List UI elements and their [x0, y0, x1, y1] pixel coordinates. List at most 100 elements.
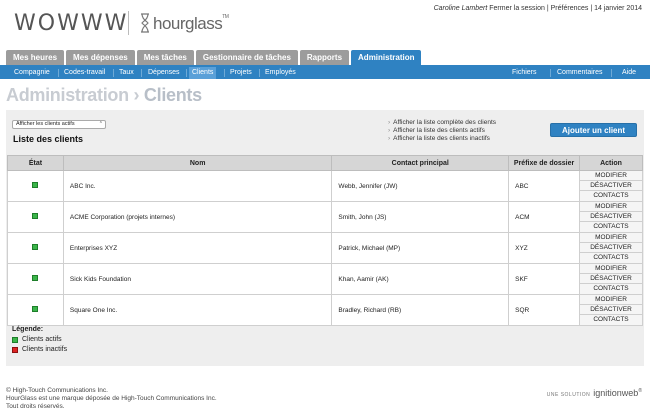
- userbar-separator: |: [546, 5, 549, 12]
- add-client-button[interactable]: Ajouter un client: [550, 123, 637, 137]
- inactive-status-icon: [12, 347, 18, 353]
- actions-cell: MODIFIER DÉSACTIVER CONTACTS: [579, 232, 643, 264]
- contacts-button[interactable]: CONTACTS: [580, 315, 642, 325]
- status-cell: [7, 263, 64, 295]
- deactivate-button[interactable]: DÉSACTIVER: [580, 243, 642, 253]
- status-cell: [7, 232, 64, 264]
- client-contact: Khan, Aamir (AK): [331, 263, 510, 295]
- subnav-clients[interactable]: Clients: [189, 67, 217, 79]
- active-status-icon: [32, 244, 39, 250]
- header-nom: Nom: [62, 155, 333, 171]
- subnav-separator: [58, 69, 59, 77]
- modify-button[interactable]: MODIFIER: [580, 202, 642, 212]
- hourglass-logo-text: hourglass: [153, 14, 223, 33]
- actions-cell: MODIFIER DÉSACTIVER CONTACTS: [579, 263, 643, 295]
- hourglass-logo-tm: TM: [222, 14, 229, 20]
- list-filter-links: Afficher la liste complète des clients A…: [388, 119, 496, 143]
- subnav-aide[interactable]: Aide: [622, 67, 636, 79]
- subnav-fichiers[interactable]: Fichiers: [512, 67, 537, 79]
- subnav-projets[interactable]: Projets: [230, 67, 252, 79]
- main-tabs: Mes heures Mes dépenses Mes tâches Gesti…: [6, 50, 422, 65]
- table-row: ACME Corporation (projets internes) Smit…: [7, 201, 643, 233]
- tab-mes-taches[interactable]: Mes tâches: [136, 50, 194, 65]
- deactivate-button[interactable]: DÉSACTIVER: [580, 181, 642, 191]
- hourglass-logo-icon: [141, 13, 149, 33]
- link-all-clients[interactable]: Afficher la liste complète des clients: [388, 119, 496, 127]
- footer-rights: Tout droits réservés.: [6, 403, 65, 410]
- subnav-employes[interactable]: Employés: [265, 67, 296, 79]
- modify-button[interactable]: MODIFIER: [580, 233, 642, 243]
- contacts-button[interactable]: CONTACTS: [580, 191, 642, 201]
- modify-button[interactable]: MODIFIER: [580, 171, 642, 181]
- preferences-link[interactable]: Préférences: [551, 5, 589, 12]
- subnav-separator: [611, 69, 612, 77]
- footer: © High-Touch Communications Inc. HourGla…: [6, 387, 217, 411]
- subnav-compagnie[interactable]: Compagnie: [14, 67, 50, 79]
- contacts-button[interactable]: CONTACTS: [580, 253, 642, 263]
- table-row: Square One Inc. Bradley, Richard (RB) SQ…: [7, 294, 643, 326]
- actions-cell: MODIFIER DÉSACTIVER CONTACTS: [579, 294, 643, 326]
- active-status-icon: [32, 306, 39, 312]
- current-date: 14 janvier 2014: [594, 5, 642, 12]
- brand-name: ignitionweb: [593, 388, 639, 398]
- tab-administration[interactable]: Administration: [351, 50, 422, 65]
- subnav-codes-travail[interactable]: Codes-travail: [64, 67, 105, 79]
- logout-link[interactable]: Fermer la session: [489, 5, 545, 12]
- modify-button[interactable]: MODIFIER: [580, 264, 642, 274]
- footer-copyright: © High-Touch Communications Inc.: [6, 387, 108, 394]
- deactivate-button[interactable]: DÉSACTIVER: [580, 274, 642, 284]
- subnav-separator: [550, 69, 551, 77]
- subnav-commentaires[interactable]: Commentaires: [557, 67, 603, 79]
- user-bar: Caroline Lambert Fermer la session | Pré…: [434, 5, 642, 12]
- page-title: Administration › Clients: [6, 85, 202, 106]
- status-cell: [7, 201, 64, 233]
- client-filter-select[interactable]: Afficher les clients actifs ⌃: [12, 120, 106, 129]
- subnav-separator: [259, 69, 260, 77]
- active-status-icon: [32, 182, 39, 188]
- legend-active: Clients actifs: [12, 335, 67, 345]
- client-prefix: SKF: [508, 263, 581, 295]
- client-contact: Webb, Jennifer (JW): [331, 170, 510, 202]
- client-filter-value: Afficher les clients actifs: [16, 121, 75, 127]
- logo-divider: [128, 11, 129, 35]
- link-active-clients[interactable]: Afficher la liste des clients actifs: [388, 127, 496, 135]
- subnav-separator: [141, 69, 142, 77]
- deactivate-button[interactable]: DÉSACTIVER: [580, 212, 642, 222]
- legend-active-label: Clients actifs: [22, 336, 62, 343]
- tab-gestionnaire-de-taches[interactable]: Gestionnaire de tâches: [195, 50, 298, 65]
- subnav-separator: [224, 69, 225, 77]
- legend-inactive: Clients inactifs: [12, 345, 67, 355]
- tab-rapports[interactable]: Rapports: [299, 50, 350, 65]
- header-etat: État: [7, 155, 64, 171]
- client-name: Enterprises XYZ: [62, 232, 333, 264]
- client-name: ACME Corporation (projets internes): [62, 201, 333, 233]
- table-row: ABC Inc. Webb, Jennifer (JW) ABC MODIFIE…: [7, 170, 643, 202]
- status-cell: [7, 170, 64, 202]
- actions-cell: MODIFIER DÉSACTIVER CONTACTS: [579, 170, 643, 202]
- client-contact: Smith, John (JS): [331, 201, 510, 233]
- deactivate-button[interactable]: DÉSACTIVER: [580, 305, 642, 315]
- tab-mes-depenses[interactable]: Mes dépenses: [66, 50, 135, 65]
- breadcrumb-separator: ›: [133, 85, 140, 105]
- subnav-taux[interactable]: Taux: [119, 67, 134, 79]
- client-prefix: XYZ: [508, 232, 581, 264]
- contacts-button[interactable]: CONTACTS: [580, 284, 642, 294]
- table-row: Sick Kids Foundation Khan, Aamir (AK) SK…: [7, 263, 643, 295]
- select-caret-icon: ⌃: [98, 121, 103, 127]
- header-prefixe: Préfixe de dossier: [508, 155, 581, 171]
- client-name: Sick Kids Foundation: [62, 263, 333, 295]
- breadcrumb-administration[interactable]: Administration: [6, 85, 129, 105]
- sub-navigation: Compagnie Codes-travail Taux Dépenses Cl…: [0, 67, 650, 79]
- table-header-row: État Nom Contact principal Préfixe de do…: [7, 155, 643, 171]
- status-cell: [7, 294, 64, 326]
- client-name: ABC Inc.: [62, 170, 333, 202]
- header-contact: Contact principal: [331, 155, 510, 171]
- subnav-depenses[interactable]: Dépenses: [148, 67, 180, 79]
- legend-inactive-label: Clients inactifs: [22, 346, 68, 353]
- legend-title: Légende:: [12, 326, 44, 333]
- tab-mes-heures[interactable]: Mes heures: [6, 50, 65, 65]
- link-inactive-clients[interactable]: Afficher la liste des clients inactifs: [388, 135, 496, 143]
- modify-button[interactable]: MODIFIER: [580, 295, 642, 305]
- contacts-button[interactable]: CONTACTS: [580, 222, 642, 232]
- subnav-separator: [113, 69, 114, 77]
